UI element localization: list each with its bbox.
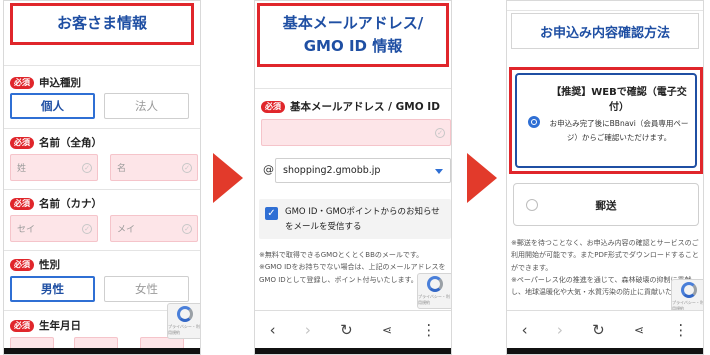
section-title-line1: 基本メールアドレス/ <box>282 13 424 32</box>
application-type-corporate[interactable]: 法人 <box>104 93 189 119</box>
top-divider <box>507 1 703 11</box>
divider <box>4 65 200 66</box>
screen-customer-info: お客さま情報 必須 申込種別 個人 法人 必須 名前（全角） 姓 ✓ 名 ✓ 必… <box>3 0 201 355</box>
note-line: ※郵送を待つことなく、お申込み内容の確認とサービスのご利用開始が可能です。またP… <box>511 239 699 272</box>
section-title: お客さま情報 <box>10 3 194 45</box>
recaptcha-badge[interactable]: プライバシー・利用規約 <box>417 273 451 309</box>
section-title-text: お申込み内容確認方法 <box>539 25 670 41</box>
label-text: 名前（カナ） <box>39 198 102 210</box>
back-icon[interactable]: ‹ <box>270 321 276 339</box>
required-badge: 必須 <box>10 319 34 332</box>
last-name-kana-input[interactable]: セイ ✓ <box>10 215 98 242</box>
highlight-frame: 【推奨】WEBで確認（電子交付） お申込み完了後にBBnavi（会員専用ページ）… <box>509 67 703 174</box>
share-icon[interactable]: ⋖ <box>634 323 644 337</box>
section-title: お申込み内容確認方法 <box>511 13 699 49</box>
label-text: 申込種別 <box>39 77 81 89</box>
more-icon[interactable]: ⋮ <box>421 321 436 339</box>
recaptcha-caption: プライバシー・利用規約 <box>168 324 200 335</box>
forward-icon[interactable]: › <box>557 321 563 339</box>
phone-bottom-edge <box>507 348 703 354</box>
check-circle-icon: ✓ <box>82 163 92 173</box>
reload-icon[interactable]: ↻ <box>592 321 605 339</box>
divider <box>4 250 200 251</box>
screen-confirmation-method: お申込み内容確認方法 【推奨】WEBで確認（電子交付） お申込み完了後にBBna… <box>506 0 704 355</box>
domain-select-value: shopping2.gmobb.jp <box>283 165 381 176</box>
browser-navbar: ‹ › ↻ ⋖ ⋮ <box>507 310 703 348</box>
gender-label: 必須 性別 <box>10 257 60 272</box>
divider <box>255 88 451 89</box>
name-kanji-label: 必須 名前（全角） <box>10 135 102 150</box>
first-name-input[interactable]: 名 ✓ <box>110 154 198 181</box>
required-badge: 必須 <box>10 136 34 149</box>
check-circle-icon: ✓ <box>82 224 92 234</box>
first-name-kana-input[interactable]: メイ ✓ <box>110 215 198 242</box>
forward-icon[interactable]: › <box>305 321 311 339</box>
step-arrow-icon <box>213 153 243 203</box>
at-sign: @ <box>263 163 274 176</box>
required-badge: 必須 <box>261 100 285 113</box>
option-web-confirmation[interactable]: 【推奨】WEBで確認（電子交付） お申込み完了後にBBnavi（会員専用ページ）… <box>515 73 697 168</box>
recaptcha-badge[interactable]: プライバシー・利用規約 <box>167 303 200 339</box>
recaptcha-icon <box>427 276 443 292</box>
gender-male[interactable]: 男性 <box>10 276 95 302</box>
last-name-input[interactable]: 姓 ✓ <box>10 154 98 181</box>
recaptcha-icon <box>681 282 697 298</box>
required-badge: 必須 <box>10 258 34 271</box>
phone-bottom-edge <box>255 348 451 354</box>
phone-bottom-edge <box>4 348 200 354</box>
gender-female[interactable]: 女性 <box>104 276 189 302</box>
option-web-desc: お申込み完了後にBBnavi（会員専用ページ）からご確認いただけます。 <box>549 119 689 142</box>
divider <box>4 189 200 190</box>
section-title-text: お客さま情報 <box>56 14 147 33</box>
domain-select[interactable]: shopping2.gmobb.jp <box>275 158 451 183</box>
share-icon[interactable]: ⋖ <box>382 323 392 337</box>
label-text: 性別 <box>39 259 60 271</box>
step-arrow-icon <box>467 153 497 203</box>
placeholder: 姓 <box>17 164 27 174</box>
placeholder: 名 <box>117 164 127 174</box>
birthdate-label: 必須 生年月日 <box>10 318 81 333</box>
check-circle-icon: ✓ <box>182 224 192 234</box>
chevron-down-icon <box>435 169 443 174</box>
note-line: ※無料で取得できるGMOとくとくBBのメールです。 <box>259 251 424 259</box>
label-text: 生年月日 <box>39 320 81 332</box>
checkbox-checked-icon[interactable]: ✓ <box>265 207 278 220</box>
required-badge: 必須 <box>10 197 34 210</box>
label-text: 名前（全角） <box>39 137 102 149</box>
reload-icon[interactable]: ↻ <box>340 321 353 339</box>
back-icon[interactable]: ‹ <box>522 321 528 339</box>
newsletter-optin[interactable]: ✓ GMO ID・GMOポイントからのお知らせをメールを受信する <box>259 199 451 239</box>
recaptcha-icon <box>177 306 193 322</box>
more-icon[interactable]: ⋮ <box>673 321 688 339</box>
option-web-title: 【推奨】WEBで確認（電子交付） <box>551 87 687 113</box>
divider <box>4 128 200 129</box>
placeholder: セイ <box>17 225 36 235</box>
email-label: 必須 基本メールアドレス / GMO ID <box>261 99 440 114</box>
email-input[interactable]: ✓ <box>261 119 451 146</box>
option-postal-mail[interactable]: 郵送 <box>513 183 699 226</box>
check-circle-icon: ✓ <box>435 128 445 138</box>
label-text: 基本メールアドレス / GMO ID <box>290 101 440 113</box>
application-type-label: 必須 申込種別 <box>10 75 81 90</box>
check-circle-icon: ✓ <box>182 163 192 173</box>
name-kana-label: 必須 名前（カナ） <box>10 196 102 211</box>
screen-email-gmo-id: 基本メールアドレス/ GMO ID 情報 必須 基本メールアドレス / GMO … <box>254 0 452 355</box>
radio-selected-icon[interactable] <box>528 116 540 128</box>
newsletter-optin-text: GMO ID・GMOポイントからのお知らせをメールを受信する <box>285 207 440 232</box>
section-title-line2: GMO ID 情報 <box>303 37 403 55</box>
application-type-individual[interactable]: 個人 <box>10 93 95 119</box>
section-title: 基本メールアドレス/ GMO ID 情報 <box>257 3 449 67</box>
recaptcha-caption: プライバシー・利用規約 <box>418 294 450 305</box>
required-badge: 必須 <box>10 76 34 89</box>
browser-navbar: ‹ › ↻ ⋖ ⋮ <box>255 310 451 348</box>
placeholder: メイ <box>117 225 136 235</box>
option-mail-title: 郵送 <box>595 200 617 212</box>
